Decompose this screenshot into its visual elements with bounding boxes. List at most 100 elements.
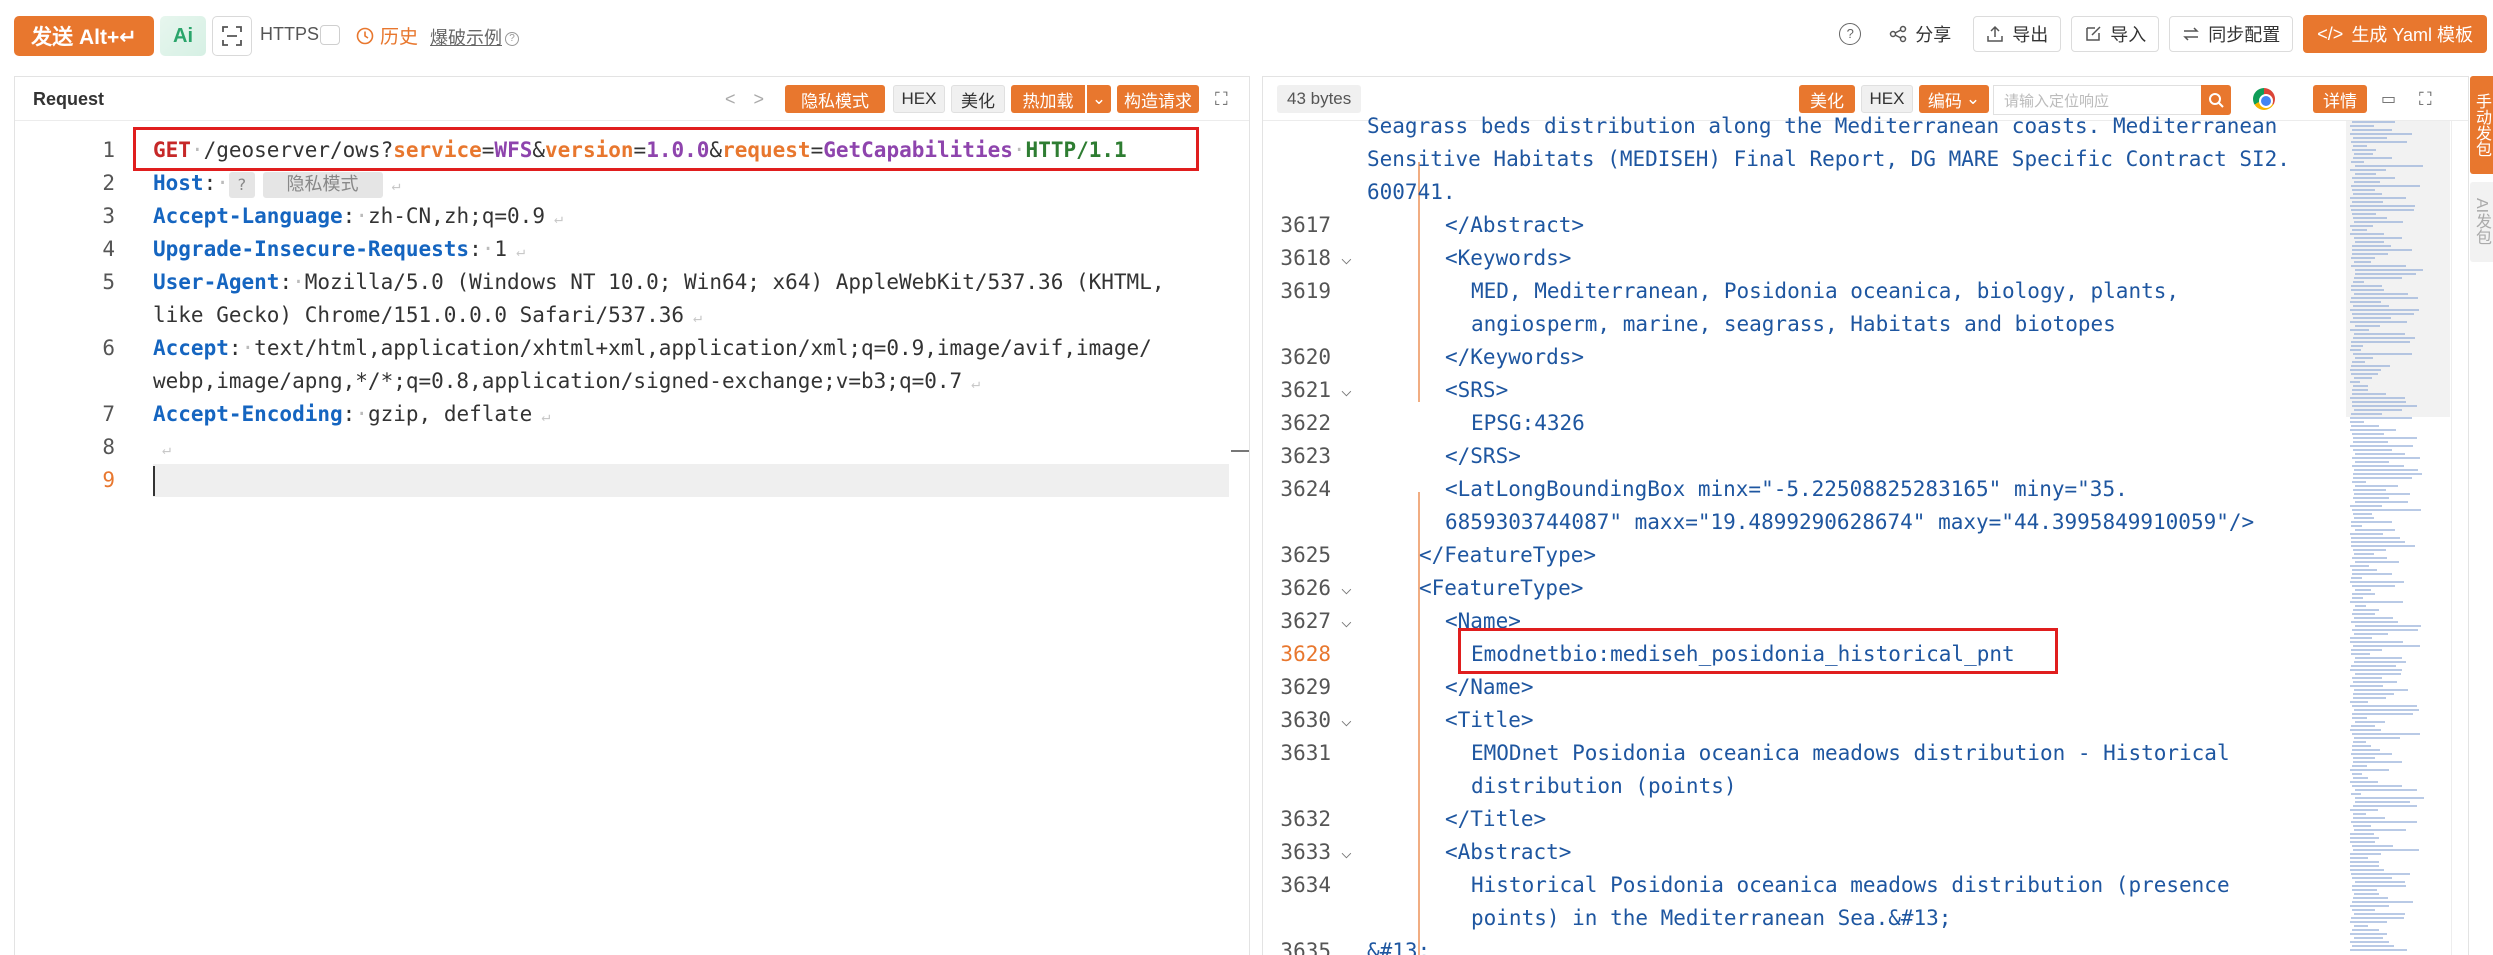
minimap-line bbox=[2352, 213, 2376, 215]
minimap-line bbox=[2353, 805, 2417, 807]
minimap-line bbox=[2352, 705, 2417, 707]
minimap-line bbox=[2350, 941, 2389, 943]
minimap-line bbox=[2354, 661, 2406, 663]
minimap-line bbox=[2352, 713, 2413, 715]
comment-icon[interactable]: ▭ bbox=[2381, 89, 2396, 109]
sync-config-button[interactable]: 同步配置 bbox=[2169, 16, 2294, 52]
minimap-line bbox=[2355, 561, 2399, 563]
share-button[interactable]: 分享 bbox=[1877, 16, 1964, 52]
https-checkbox[interactable] bbox=[320, 25, 340, 45]
minimap-line bbox=[2350, 429, 2396, 431]
response-line: 600741. bbox=[1367, 180, 1456, 204]
minimap-line bbox=[2355, 797, 2424, 799]
import-icon bbox=[2086, 26, 2101, 41]
minimap-line bbox=[2351, 621, 2398, 623]
beautify-button[interactable]: 美化 bbox=[951, 85, 1005, 113]
minimap-line bbox=[2354, 377, 2372, 379]
minimap[interactable] bbox=[2348, 121, 2428, 955]
minimap-line bbox=[2353, 813, 2366, 815]
minimap-line bbox=[2350, 841, 2375, 843]
scrollbar[interactable] bbox=[2451, 121, 2468, 955]
minimap-line bbox=[2351, 525, 2362, 527]
minimap-line bbox=[2354, 617, 2393, 619]
minimap-line bbox=[2354, 633, 2388, 635]
minimap-line bbox=[2350, 329, 2369, 331]
top-toolbar: 发送 Alt+↵ Ai HTTPS 历史 爆破示例? ? 分享 导出 导入 同步… bbox=[0, 0, 2493, 70]
fold-chevron-icon[interactable]: ⌵ bbox=[1341, 242, 1352, 275]
minimap-line bbox=[2351, 209, 2414, 211]
chrome-icon[interactable] bbox=[2253, 88, 2275, 110]
fold-chevron-icon[interactable]: ⌵ bbox=[1341, 605, 1352, 638]
scan-button[interactable] bbox=[212, 16, 252, 56]
export-button[interactable]: 导出 bbox=[1973, 16, 2062, 52]
minimap-line bbox=[2353, 697, 2386, 699]
hex-button[interactable]: HEX bbox=[1861, 85, 1913, 113]
encoding-label: 编码 bbox=[1927, 91, 1962, 111]
fold-chevron-icon[interactable]: ⌵ bbox=[1341, 704, 1352, 737]
minimap-line bbox=[2353, 849, 2419, 851]
minimap-line bbox=[2353, 513, 2372, 515]
minimap-line bbox=[2350, 905, 2389, 907]
privacy-mode-button[interactable]: 隐私模式 bbox=[785, 85, 885, 113]
fold-chevron-icon[interactable]: ⌵ bbox=[1341, 572, 1352, 605]
fold-chevron-icon[interactable]: ⌵ bbox=[1341, 374, 1352, 407]
generate-yaml-button[interactable]: </> 生成 Yaml 模板 bbox=[2303, 15, 2487, 53]
response-viewer[interactable]: Seagrass beds distribution along the Med… bbox=[1263, 114, 2468, 955]
minimap-line bbox=[2351, 289, 2384, 291]
minimap-line bbox=[2352, 909, 2375, 911]
minimap-line bbox=[2354, 913, 2405, 915]
encoding-dropdown[interactable]: 编码 ⌄ bbox=[1919, 85, 1989, 113]
minimap-line bbox=[2354, 469, 2418, 471]
import-button[interactable]: 导入 bbox=[2071, 16, 2160, 52]
response-line: 3621 ⌵ <SRS> bbox=[1263, 374, 2343, 407]
history-button[interactable]: 历史 bbox=[356, 22, 418, 49]
minimap-line bbox=[2355, 721, 2385, 723]
hotload-dropdown[interactable]: ⌄ bbox=[1087, 85, 1111, 113]
request-editor[interactable]: 1 GET·/geoserver/ows?service=WFS&version… bbox=[15, 122, 1249, 955]
construct-request-button[interactable]: 构造请求 bbox=[1117, 85, 1199, 113]
prev-arrow-icon[interactable]: < bbox=[725, 89, 736, 110]
minimap-line bbox=[2352, 773, 2362, 775]
manual-send-tab[interactable]: 手动发包 bbox=[2470, 76, 2493, 174]
minimap-line bbox=[2353, 217, 2387, 219]
privacy-mask-tag: 隐私模式 bbox=[262, 172, 383, 198]
minimap-line bbox=[2351, 545, 2415, 547]
minimap-line bbox=[2353, 761, 2402, 763]
line-number: 2 bbox=[102, 171, 115, 195]
minimap-line bbox=[2350, 133, 2412, 135]
minimap-line bbox=[2353, 825, 2371, 827]
export-icon bbox=[1987, 25, 2004, 42]
minimap-line bbox=[2353, 645, 2420, 647]
expand-icon[interactable]: ⛶ bbox=[1215, 89, 1228, 110]
fold-chevron-icon[interactable]: ⌵ bbox=[1341, 836, 1352, 869]
empty-line: 8 ↵ bbox=[15, 431, 1249, 464]
example-link[interactable]: 爆破示例? bbox=[430, 24, 519, 50]
minimap-line bbox=[2353, 449, 2392, 451]
minimap-line bbox=[2352, 569, 2377, 571]
hex-button[interactable]: HEX bbox=[893, 85, 945, 113]
minimap-line bbox=[2350, 417, 2412, 419]
header-value-cont: like Gecko) Chrome/151.0.0.0 Safari/537.… bbox=[153, 303, 685, 327]
minimap-line bbox=[2351, 821, 2417, 823]
minimap-line bbox=[2351, 365, 2390, 367]
minimap-line bbox=[2351, 265, 2406, 267]
minimap-line bbox=[2352, 613, 2375, 615]
help-icon[interactable]: ? bbox=[1839, 23, 1862, 45]
minimap-line bbox=[2354, 925, 2368, 927]
minimap-line bbox=[2353, 777, 2368, 779]
hotload-button[interactable]: 热加载 bbox=[1011, 85, 1085, 113]
minimap-line bbox=[2352, 585, 2395, 587]
details-button[interactable]: 详情 bbox=[2313, 85, 2367, 113]
send-button[interactable]: 发送 Alt+↵ bbox=[14, 16, 154, 56]
beautify-button[interactable]: 美化 bbox=[1799, 85, 1855, 113]
ai-button[interactable]: Ai bbox=[160, 16, 206, 56]
next-arrow-icon[interactable]: > bbox=[754, 89, 765, 110]
minimap-line bbox=[2355, 173, 2376, 175]
ai-send-tab[interactable]: AI发包 bbox=[2470, 182, 2493, 262]
header-line: 7 Accept-Encoding:·gzip, deflate ↵ bbox=[15, 398, 1249, 431]
expand-icon[interactable]: ⛶ bbox=[2419, 89, 2432, 110]
import-label: 导入 bbox=[2110, 25, 2147, 45]
minimap-line bbox=[2351, 185, 2420, 187]
right-toolbar: ? 分享 导出 导入 同步配置 </> 生成 Yaml 模板 bbox=[1839, 14, 2493, 54]
minimap-line bbox=[2352, 745, 2371, 747]
